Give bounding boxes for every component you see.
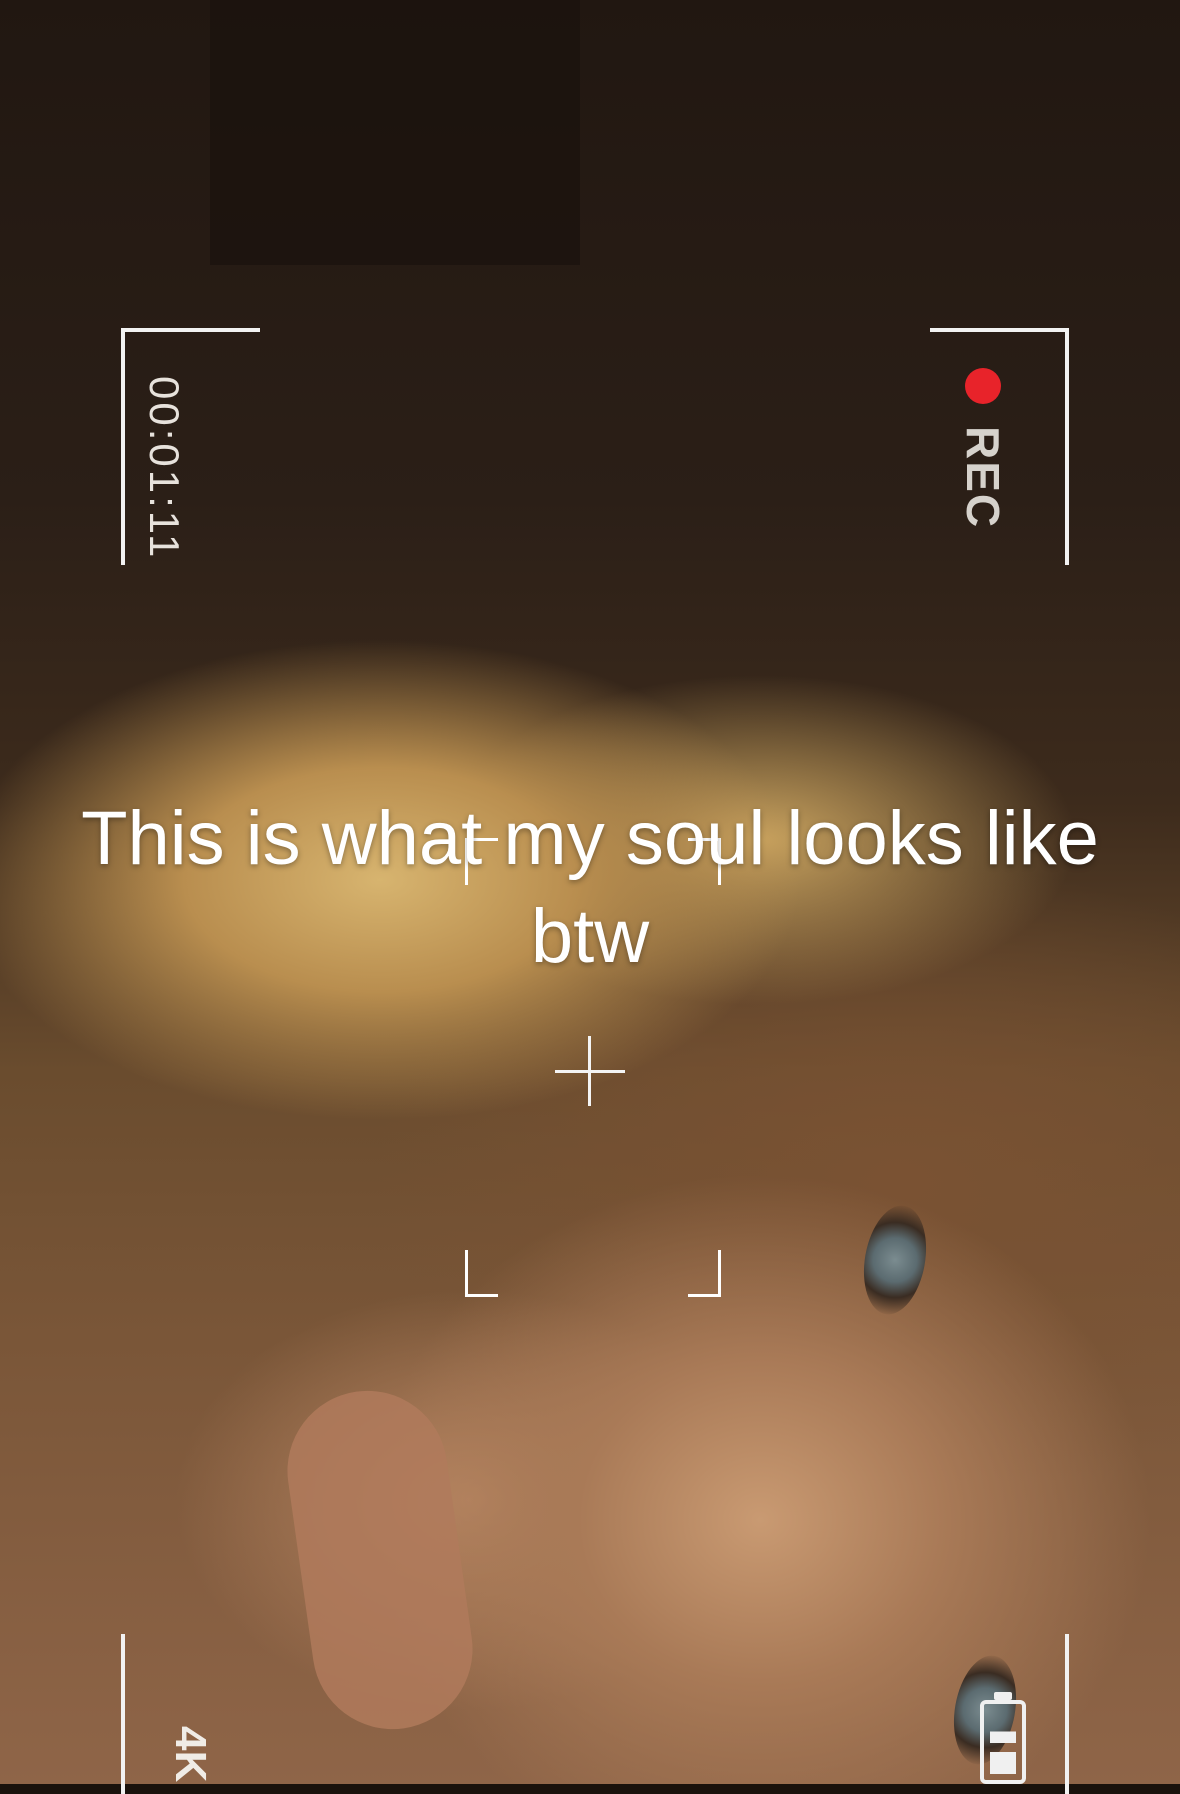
rec-indicator: REC xyxy=(956,368,1010,529)
video-caption: This is what my soul looks like btw xyxy=(81,796,1099,979)
wall-frame xyxy=(210,0,580,265)
battery-icon xyxy=(980,1692,1026,1784)
face-eye xyxy=(855,1200,935,1320)
record-dot-icon xyxy=(965,368,1001,404)
quality-label: 4K xyxy=(166,1726,215,1783)
focus-bracket-bottom-right xyxy=(688,1250,721,1297)
recording-timecode: 00:01:11 xyxy=(141,376,188,561)
crosshair-icon xyxy=(555,1036,625,1106)
focus-bracket-bottom-left xyxy=(465,1250,498,1297)
rec-label: REC xyxy=(957,426,1009,530)
face-lips xyxy=(277,1380,483,1740)
